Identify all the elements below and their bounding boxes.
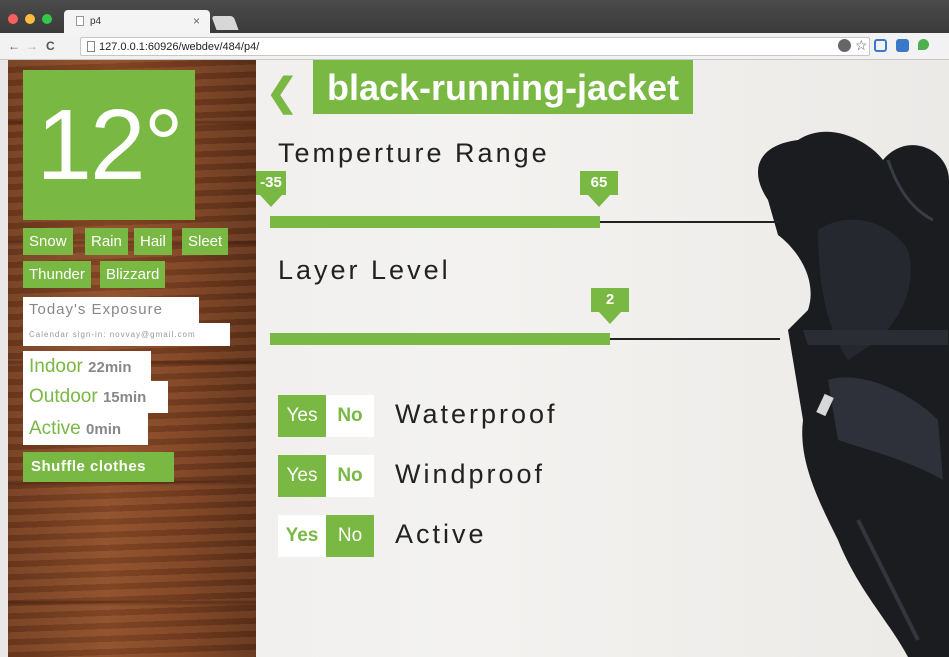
- browser-tab[interactable]: p4 ×: [64, 10, 210, 33]
- item-title: black-running-jacket: [313, 60, 694, 114]
- temperature-range-fill: [270, 216, 600, 228]
- waterproof-no-button[interactable]: No: [326, 395, 374, 437]
- active-no-button[interactable]: No: [326, 515, 374, 557]
- close-window-button[interactable]: [8, 14, 18, 24]
- windproof-yes-button[interactable]: Yes: [278, 455, 326, 497]
- reload-icon[interactable]: C: [46, 39, 55, 53]
- shuffle-clothes-button[interactable]: Shuffle clothes: [23, 452, 174, 482]
- screenshot-extension-icon[interactable]: [874, 39, 887, 52]
- exposure-active-label: Active: [29, 418, 81, 439]
- exposure-outdoor-value: 15min: [102, 389, 147, 406]
- current-temperature: 12°: [23, 70, 195, 220]
- page-icon: [76, 16, 84, 26]
- calendar-signin[interactable]: Calendar sign-in: novvay@gmail.com: [23, 323, 230, 346]
- address-bar[interactable]: 127.0.0.1:60926/webdev/484/p4/: [80, 37, 870, 56]
- page-content: 12° Snow Rain Hail Sleet Thunder Blizzar…: [8, 60, 949, 657]
- new-tab-button[interactable]: [211, 16, 239, 30]
- condition-blizzard-button[interactable]: Blizzard: [100, 261, 166, 288]
- cloud-extension-icon[interactable]: [896, 39, 909, 52]
- tab-title: p4: [90, 16, 102, 27]
- exposure-active-value: 0min: [86, 421, 122, 438]
- active-yes-button[interactable]: Yes: [278, 515, 326, 557]
- tab-close-icon[interactable]: ×: [193, 14, 200, 28]
- condition-hail-button[interactable]: Hail: [134, 228, 172, 255]
- layer-level-handle[interactable]: 2: [591, 288, 629, 324]
- back-chevron-icon[interactable]: ❮: [266, 73, 298, 113]
- temperature-range-label: Temperture Range: [278, 138, 550, 168]
- active-label: Active: [395, 519, 487, 549]
- sidebar-wood-panel: 12° Snow Rain Hail Sleet Thunder Blizzar…: [8, 60, 256, 657]
- windproof-no-button[interactable]: No: [326, 455, 374, 497]
- waterproof-yes-button[interactable]: Yes: [278, 395, 326, 437]
- bookmark-star-icon[interactable]: ☆: [855, 37, 868, 54]
- condition-thunder-button[interactable]: Thunder: [23, 261, 91, 288]
- exposure-outdoor-label: Outdoor: [29, 386, 98, 407]
- page-icon: [87, 41, 95, 52]
- zoom-window-button[interactable]: [42, 14, 52, 24]
- exposure-outdoor: Outdoor 15min: [23, 381, 168, 413]
- temperature-min-handle[interactable]: -35: [256, 171, 286, 207]
- browser-title-bar: p4 ×: [0, 0, 949, 33]
- evernote-extension-icon[interactable]: [918, 39, 929, 50]
- exposure-indoor-label: Indoor: [29, 356, 83, 377]
- exposure-indoor-value: 22min: [88, 359, 132, 376]
- exposure-indoor: Indoor 22min: [23, 351, 151, 383]
- exposure-active: Active 0min: [23, 413, 148, 445]
- condition-snow-button[interactable]: Snow: [23, 228, 73, 255]
- condition-rain-button[interactable]: Rain: [85, 228, 128, 255]
- jacket-image: [758, 131, 949, 657]
- minimize-window-button[interactable]: [25, 14, 35, 24]
- url-text: 127.0.0.1:60926/webdev/484/p4/: [99, 41, 260, 53]
- layer-level-label: Layer Level: [278, 255, 451, 285]
- forward-arrow-icon[interactable]: →: [26, 39, 38, 53]
- waterproof-label: Waterproof: [395, 399, 558, 429]
- browser-toolbar: ← → C 127.0.0.1:60926/webdev/484/p4/ ☆: [0, 33, 949, 60]
- windproof-label: Windproof: [395, 459, 546, 489]
- back-arrow-icon[interactable]: ←: [8, 39, 20, 53]
- extension-icon[interactable]: [838, 39, 851, 52]
- layer-level-fill: [270, 333, 610, 345]
- temperature-max-handle[interactable]: 65: [580, 171, 618, 207]
- exposure-title: Today's Exposure: [23, 297, 199, 323]
- condition-sleet-button[interactable]: Sleet: [182, 228, 229, 255]
